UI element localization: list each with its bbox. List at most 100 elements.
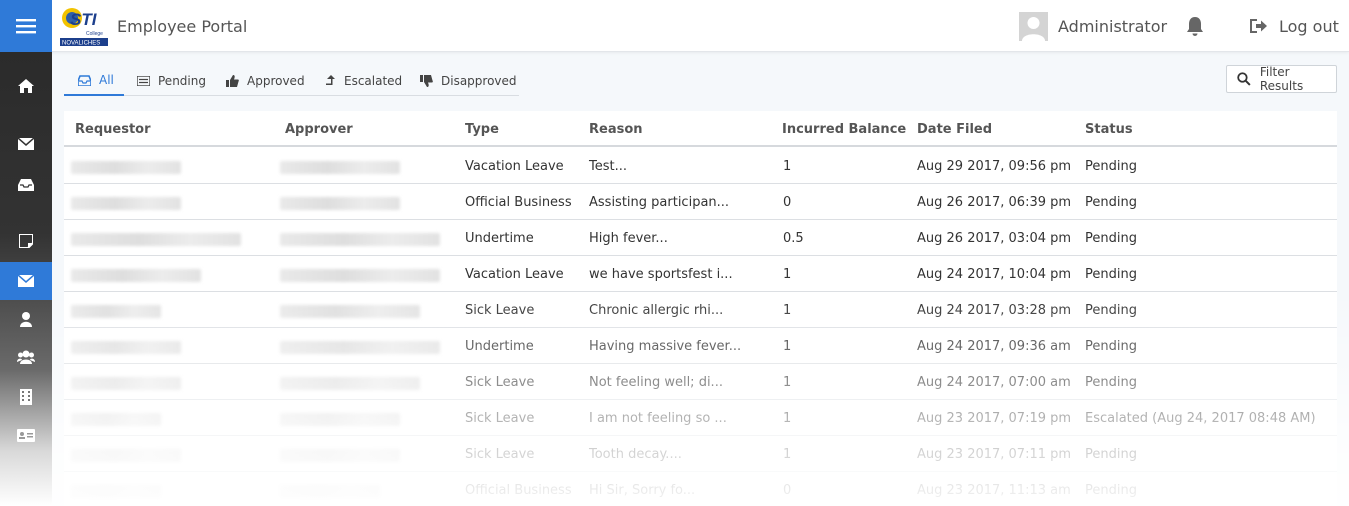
- cell-balance: 1: [783, 267, 792, 282]
- tab-disapproved[interactable]: Disapproved: [420, 66, 517, 96]
- column-header-reason[interactable]: Reason: [589, 122, 643, 137]
- cell-balance: 0: [783, 483, 792, 498]
- user-avatar[interactable]: [1019, 12, 1048, 41]
- column-header-type[interactable]: Type: [465, 122, 499, 137]
- cell-reason: we have sportsfest i...: [589, 267, 733, 282]
- column-header-date-filed[interactable]: Date Filed: [917, 122, 992, 137]
- cell-status: Pending: [1085, 483, 1137, 498]
- list-icon: [137, 76, 150, 86]
- redacted-approver-name: [280, 449, 400, 462]
- column-header-requestor[interactable]: Requestor: [75, 122, 151, 137]
- cell-type: Sick Leave: [465, 303, 535, 318]
- cell-balance: 1: [783, 447, 792, 462]
- cell-reason: Chronic allergic rhi...: [589, 303, 724, 318]
- tab-label: Escalated: [344, 74, 403, 88]
- filter-results-button[interactable]: Filter Results: [1226, 65, 1337, 93]
- cell-status: Escalated (Aug 24, 2017 08:48 AM): [1085, 411, 1316, 426]
- table-row[interactable]: Undertime High fever... 0.5 Aug 26 2017, 03…: [64, 220, 1337, 256]
- id-card-icon: [17, 428, 35, 442]
- table-row[interactable]: Sick Leave Not feeling well; di... 1 Aug 24…: [64, 364, 1337, 400]
- table-row[interactable]: Sick Leave Chronic allergic rhi... 1 Aug 24…: [64, 292, 1337, 328]
- table-row[interactable]: Official Business Hi Sir, Sorry fo... 0 Aug…: [64, 472, 1337, 506]
- hamburger-icon: [16, 19, 36, 34]
- building-icon: [20, 389, 32, 405]
- cell-type: Undertime: [465, 231, 534, 246]
- cell-reason: Tooth decay....: [589, 447, 682, 462]
- notification-bell-icon[interactable]: [1184, 15, 1206, 37]
- leave-requests-table: Requestor Approver Type Reason Incurred …: [64, 111, 1337, 506]
- sidebar-item-id-cards[interactable]: [0, 416, 52, 454]
- status-tabs: All Pending Approved Escalated Disapprov…: [64, 66, 519, 96]
- inbox-icon: [18, 178, 34, 191]
- table-row[interactable]: Undertime Having massive fever... 1 Aug 24 …: [64, 328, 1337, 364]
- tab-all[interactable]: All: [64, 66, 124, 96]
- user-icon: [20, 311, 32, 327]
- sidebar-item-leave-requests[interactable]: [0, 262, 52, 300]
- cell-reason: Not feeling well; di...: [589, 375, 723, 390]
- cell-date: Aug 29 2017, 09:56 pm: [917, 159, 1072, 174]
- cell-balance: 1: [783, 411, 792, 426]
- sidebar-item-messages[interactable]: [0, 125, 52, 163]
- cell-status: Pending: [1085, 375, 1137, 390]
- cell-balance: 1: [783, 303, 792, 318]
- cell-date: Aug 24 2017, 07:00 am: [917, 375, 1071, 390]
- table-row[interactable]: Sick Leave I am not feeling so ... 1 Aug 23…: [64, 400, 1337, 436]
- sidebar-item-profile[interactable]: [0, 300, 52, 338]
- cell-date: Aug 26 2017, 03:04 pm: [917, 231, 1072, 246]
- sign-out-icon[interactable]: [1248, 17, 1268, 35]
- cell-type: Official Business: [465, 195, 572, 210]
- table-header: Requestor Approver Type Reason Incurred …: [64, 111, 1337, 147]
- redacted-approver-name: [280, 377, 420, 390]
- hamburger-menu-button[interactable]: [0, 0, 52, 52]
- tab-escalated[interactable]: Escalated: [326, 66, 402, 96]
- svg-text:College: College: [86, 31, 103, 37]
- cell-type: Official Business: [465, 483, 572, 498]
- cell-status: Pending: [1085, 303, 1137, 318]
- column-header-incurred-balance[interactable]: Incurred Balance: [782, 122, 906, 137]
- sidebar-item-employees[interactable]: [0, 338, 52, 376]
- sti-logo: STI College NOVALICHES: [60, 8, 108, 47]
- table-row[interactable]: Vacation Leave we have sportsfest i... 1 Au…: [64, 256, 1337, 292]
- redacted-requestor-name: [71, 413, 161, 426]
- cell-date: Aug 23 2017, 11:13 am: [917, 483, 1071, 498]
- column-header-approver[interactable]: Approver: [285, 122, 353, 137]
- top-bar: STI College NOVALICHES Employee Portal A…: [0, 0, 1349, 52]
- user-name[interactable]: Administrator: [1058, 17, 1167, 36]
- cell-reason: High fever...: [589, 231, 668, 246]
- cell-reason: Test...: [589, 159, 627, 174]
- users-icon: [17, 350, 35, 364]
- cell-type: Undertime: [465, 339, 534, 354]
- table-row[interactable]: Sick Leave Tooth decay.... 1 Aug 23 2017, 0…: [64, 436, 1337, 472]
- cell-status: Pending: [1085, 231, 1137, 246]
- sidebar-item-inbox[interactable]: [0, 165, 52, 203]
- cell-date: Aug 24 2017, 03:28 pm: [917, 303, 1072, 318]
- level-up-icon: [326, 75, 335, 85]
- cell-type: Sick Leave: [465, 375, 535, 390]
- table-row[interactable]: Vacation Leave Test... 1 Aug 29 2017, 09:56…: [64, 148, 1337, 184]
- tab-pending[interactable]: Pending: [137, 66, 206, 96]
- table-row[interactable]: Official Business Assisting participan...…: [64, 184, 1337, 220]
- redacted-approver-name: [280, 233, 440, 246]
- cell-reason: I am not feeling so ...: [589, 411, 727, 426]
- cell-date: Aug 26 2017, 06:39 pm: [917, 195, 1072, 210]
- cell-date: Aug 23 2017, 07:19 pm: [917, 411, 1072, 426]
- user-silhouette-icon: [1022, 17, 1045, 41]
- cell-balance: 0: [783, 195, 792, 210]
- sidebar-item-home[interactable]: [0, 67, 52, 105]
- tab-label: Disapproved: [441, 74, 517, 88]
- svg-text:NOVALICHES: NOVALICHES: [62, 41, 100, 47]
- sidebar-item-departments[interactable]: [0, 378, 52, 416]
- cell-balance: 1: [783, 339, 792, 354]
- tab-label: Pending: [158, 74, 206, 88]
- logout-link[interactable]: Log out: [1279, 17, 1339, 36]
- cell-reason: Assisting participan...: [589, 195, 730, 210]
- column-header-status[interactable]: Status: [1085, 122, 1133, 137]
- inbox-icon: [78, 74, 91, 86]
- redacted-approver-name: [280, 413, 400, 426]
- redacted-requestor-name: [71, 197, 181, 210]
- sidebar-item-notes[interactable]: [0, 222, 52, 260]
- tab-approved[interactable]: Approved: [226, 66, 305, 96]
- tab-label: Approved: [247, 74, 305, 88]
- cell-status: Pending: [1085, 159, 1137, 174]
- cell-type: Sick Leave: [465, 447, 535, 462]
